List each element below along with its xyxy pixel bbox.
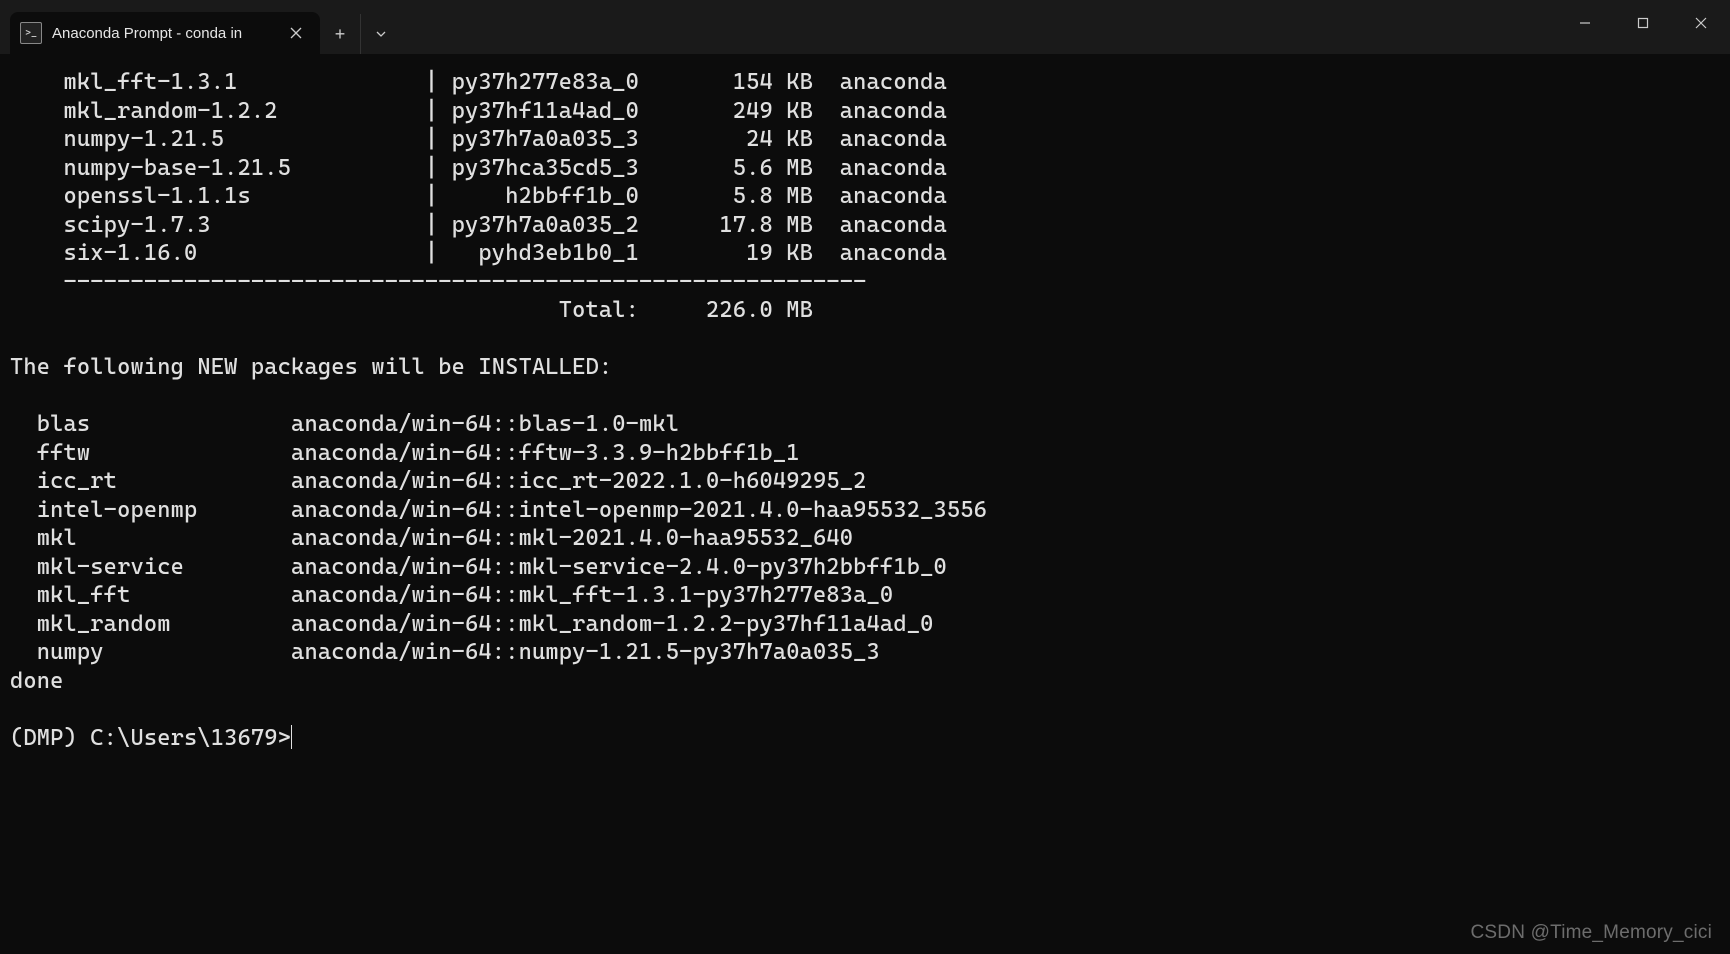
new-tab-button[interactable]: +: [320, 14, 361, 54]
maximize-button[interactable]: [1614, 0, 1672, 46]
minimize-icon: [1579, 17, 1591, 29]
text-cursor: [291, 725, 292, 749]
tab-title: Anaconda Prompt - conda in: [52, 25, 282, 42]
title-bar: >_ Anaconda Prompt - conda in +: [0, 0, 1730, 54]
plus-icon: +: [335, 24, 346, 45]
window-controls: [1556, 0, 1730, 46]
close-icon: [1695, 17, 1707, 29]
watermark: CSDN @Time_Memory_cici: [1470, 922, 1712, 944]
tab-dropdown-button[interactable]: [361, 14, 401, 54]
terminal-output[interactable]: mkl_fft-1.3.1 | py37h277e83a_0 154 KB an…: [0, 54, 1730, 954]
terminal-icon: >_: [20, 22, 42, 44]
maximize-icon: [1637, 17, 1649, 29]
close-icon: [290, 27, 302, 39]
window-close-button[interactable]: [1672, 0, 1730, 46]
active-tab[interactable]: >_ Anaconda Prompt - conda in: [10, 12, 320, 54]
terminal-text: mkl_fft-1.3.1 | py37h277e83a_0 154 KB an…: [10, 69, 987, 751]
minimize-button[interactable]: [1556, 0, 1614, 46]
chevron-down-icon: [375, 28, 387, 40]
tab-close-button[interactable]: [282, 19, 310, 47]
